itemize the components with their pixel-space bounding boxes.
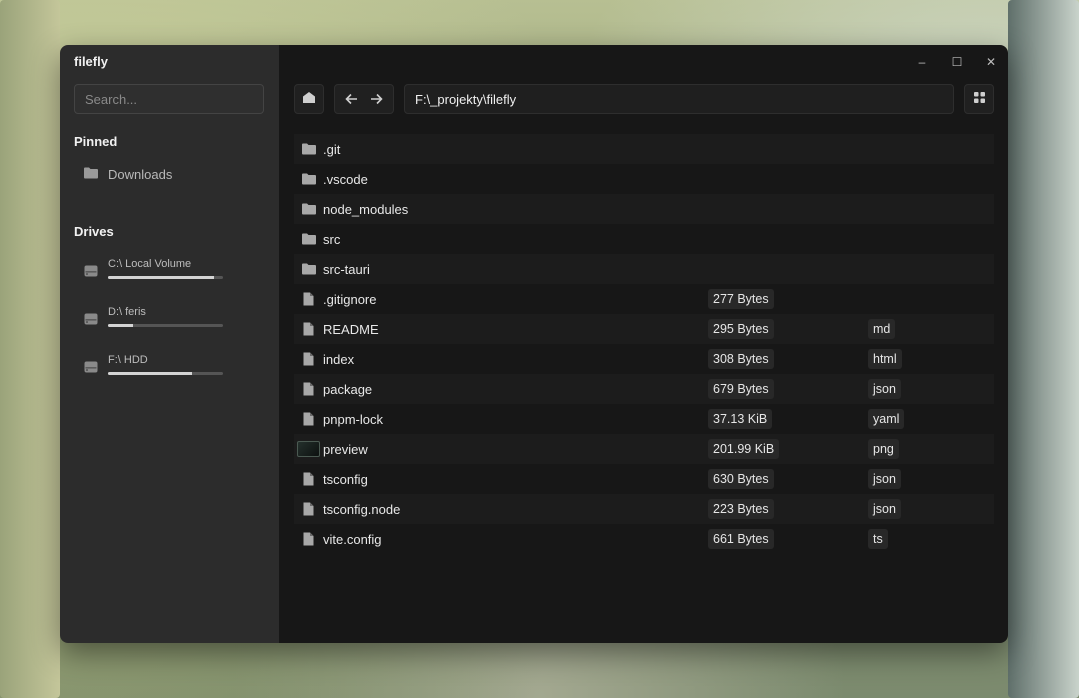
drive-icon (84, 312, 98, 330)
minimize-button[interactable]: – (914, 55, 930, 69)
app-window: filefly Pinned Downloads Drives C:\ Loca… (60, 45, 1008, 643)
file-name: .vscode (323, 171, 368, 187)
file-extension: json (868, 379, 901, 399)
file-name: .gitignore (323, 291, 377, 307)
file-icon (294, 502, 323, 516)
drive-label: C:\ Local Volume (108, 258, 192, 270)
file-extension: json (868, 499, 901, 519)
file-extension: png (868, 439, 899, 459)
file-row[interactable]: tsconfig.node 223 Bytes json (294, 494, 994, 524)
file-icon (294, 532, 323, 546)
file-size: 661 Bytes (708, 529, 774, 549)
arrow-left-icon (345, 93, 357, 105)
file-icon (294, 412, 323, 426)
file-row[interactable]: index 308 Bytes html (294, 344, 994, 374)
main-pane: – ☐ ✕ F:\_projekty\filefly .git .vscode no… (279, 45, 1008, 643)
file-row[interactable]: tsconfig 630 Bytes json (294, 464, 994, 494)
file-row[interactable]: node_modules (294, 194, 994, 224)
file-name: src-tauri (323, 261, 370, 277)
file-size: 223 Bytes (708, 499, 774, 519)
file-size: 277 Bytes (708, 289, 774, 309)
file-size: 679 Bytes (708, 379, 774, 399)
file-name: node_modules (323, 201, 409, 217)
pinned-heading: Pinned (74, 134, 118, 149)
pinned-item-downloads[interactable]: Downloads (84, 167, 172, 182)
drive-icon (84, 264, 98, 282)
file-list: .git .vscode node_modulessrc src-tauri .giti… (294, 134, 994, 554)
file-row[interactable]: src-tauri (294, 254, 994, 284)
file-extension: yaml (868, 409, 905, 429)
file-row[interactable]: .vscode (294, 164, 994, 194)
drive-label: D:\ feris (108, 306, 146, 318)
file-name: .git (323, 141, 341, 157)
drive-label: F:\ HDD (108, 354, 148, 366)
wallpaper-right (1008, 0, 1079, 698)
file-row[interactable]: preview 201.99 KiB png (294, 434, 994, 464)
image-thumbnail-icon (294, 441, 323, 457)
drive-item-c[interactable]: C:\ Local Volume (84, 258, 244, 282)
file-size: 37.13 KiB (708, 409, 773, 429)
file-icon (294, 382, 323, 396)
arrow-right-icon (371, 93, 383, 105)
file-name: src (323, 231, 341, 247)
file-row[interactable]: .gitignore 277 Bytes (294, 284, 994, 314)
folder-icon (294, 203, 323, 215)
file-row[interactable]: .git (294, 134, 994, 164)
drive-usage-bar (108, 324, 223, 327)
maximize-button[interactable]: ☐ (949, 55, 965, 69)
view-toggle-button[interactable] (964, 84, 994, 114)
file-name: vite.config (323, 531, 382, 547)
wallpaper-left (0, 0, 60, 698)
file-extension: html (868, 349, 902, 369)
file-size: 308 Bytes (708, 349, 774, 369)
drive-item-d[interactable]: D:\ feris (84, 306, 244, 330)
home-button[interactable] (294, 84, 324, 114)
file-extension: md (868, 319, 896, 339)
folder-icon (294, 233, 323, 245)
home-icon (303, 90, 315, 108)
folder-icon (294, 143, 323, 155)
sidebar: filefly Pinned Downloads Drives C:\ Loca… (60, 45, 279, 643)
file-row[interactable]: pnpm-lock 37.13 KiB yaml (294, 404, 994, 434)
search-input[interactable] (74, 84, 264, 114)
file-size: 630 Bytes (708, 469, 774, 489)
pinned-item-label: Downloads (108, 167, 173, 182)
file-row[interactable]: README 295 Bytes md (294, 314, 994, 344)
file-row[interactable]: vite.config 661 Bytes ts (294, 524, 994, 554)
file-size: 295 Bytes (708, 319, 774, 339)
drive-usage-bar (108, 276, 223, 279)
drives-heading: Drives (74, 224, 114, 239)
file-row[interactable]: package 679 Bytes json (294, 374, 994, 404)
back-button[interactable] (339, 93, 364, 105)
nav-buttons (334, 84, 394, 114)
app-title: filefly (74, 54, 108, 69)
file-icon (294, 322, 323, 336)
forward-button[interactable] (364, 93, 389, 105)
file-extension: json (868, 469, 901, 489)
grid-icon (973, 90, 985, 108)
file-extension: ts (868, 529, 888, 549)
folder-icon (294, 173, 323, 185)
path-bar[interactable]: F:\_projekty\filefly (404, 84, 954, 114)
file-icon (294, 292, 323, 306)
folder-icon (84, 167, 98, 182)
close-button[interactable]: ✕ (983, 55, 999, 69)
drive-item-f[interactable]: F:\ HDD (84, 354, 244, 378)
drive-icon (84, 360, 98, 378)
file-icon (294, 352, 323, 366)
folder-icon (294, 263, 323, 275)
file-row[interactable]: src (294, 224, 994, 254)
file-size: 201.99 KiB (708, 439, 780, 459)
file-icon (294, 472, 323, 486)
drive-usage-bar (108, 372, 223, 375)
